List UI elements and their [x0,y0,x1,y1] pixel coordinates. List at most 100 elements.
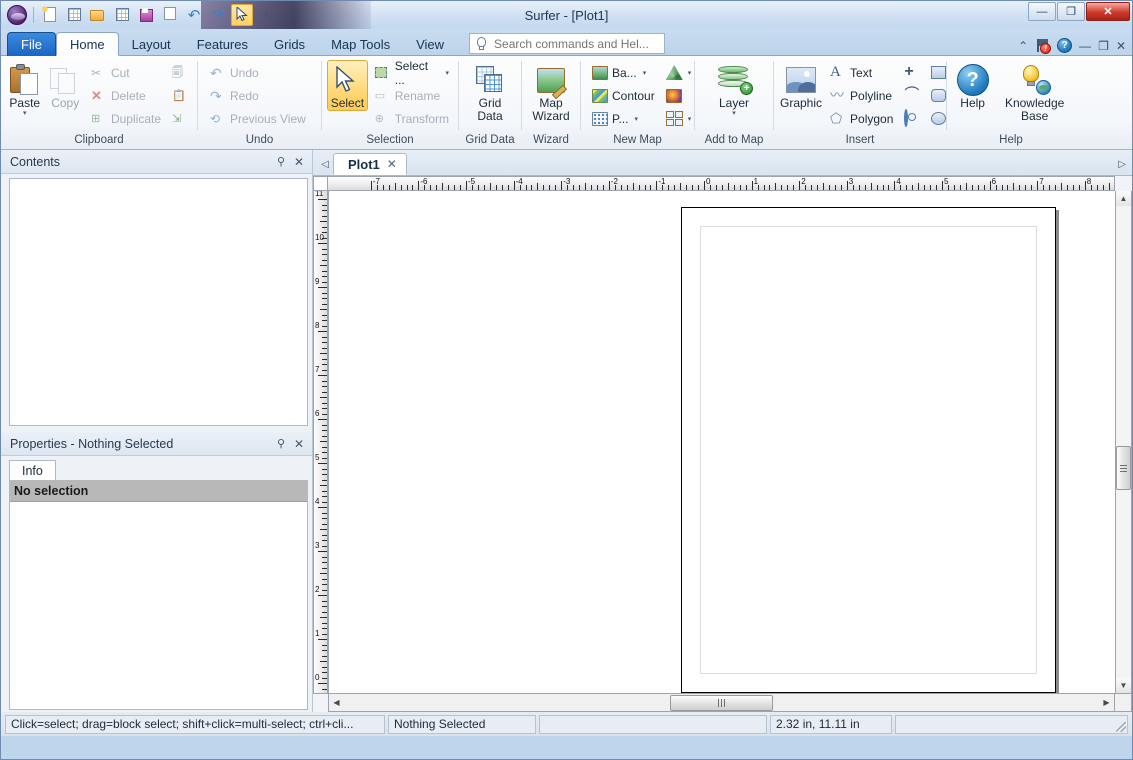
doc-tab-next-icon[interactable]: ▷ [1118,159,1126,170]
insert-polyline-button[interactable]: 〰 Polyline [826,85,897,107]
insert-text-button[interactable]: A Text [826,62,897,84]
post-map-button[interactable]: P... ▾ [588,108,659,130]
mdi-restore-icon[interactable]: ❐ [1098,40,1109,52]
knowledge-base-button[interactable]: Knowledge Base [999,60,1070,124]
insert-concentric-button[interactable] [900,108,924,130]
3d-surface-icon [665,65,683,81]
surface-map-caret[interactable]: ▾ [686,69,692,77]
insert-graphic-button[interactable]: Graphic [779,60,823,111]
ribbon-tab-file[interactable]: File [7,32,56,56]
window-close-button[interactable]: ✕ [1086,2,1130,21]
vertical-scrollbar[interactable]: ▲ ▼ [1115,191,1132,694]
vertical-scroll-thumb[interactable] [1116,446,1131,490]
select-dropdown-caret[interactable]: ▾ [443,69,449,77]
document-tab-close-icon[interactable]: ✕ [387,157,397,171]
undo-command-button[interactable]: ↶ Undo [206,62,310,84]
export-button[interactable] [159,4,181,26]
post-map-caret[interactable]: ▾ [632,115,638,123]
horizontal-scroll-track[interactable] [344,694,1099,711]
horizontal-scrollbar[interactable]: ◀ ▶ [328,694,1115,712]
delete-button[interactable]: ✕ Delete [87,85,165,107]
mdi-close-icon[interactable]: ✕ [1116,40,1126,52]
ribbon-tab-home[interactable]: Home [55,32,119,56]
select-tool-button[interactable] [231,4,253,26]
search-box[interactable] [469,33,666,54]
scroll-left-button[interactable]: ◀ [329,695,344,710]
search-input[interactable] [492,35,658,52]
rename-button[interactable]: ▭ Rename [371,85,453,107]
paste-special-button[interactable]: 📋 [168,85,192,107]
redo-command-button[interactable]: ↷ Redo [206,85,310,107]
properties-close-icon[interactable]: ✕ [290,437,308,451]
horizontal-scroll-thumb[interactable] [670,694,773,711]
scroll-up-button[interactable]: ▲ [1116,191,1131,206]
window-resize-grip[interactable] [1116,721,1126,732]
grid-values-caret[interactable]: ▾ [686,115,692,123]
save-button[interactable] [135,4,157,26]
tab-info[interactable]: Info [9,460,56,480]
undo-button[interactable]: ↶ [183,4,205,26]
contour-map-button[interactable]: Contour [588,85,659,107]
previous-view-button[interactable]: ⟲ Previous View [206,108,310,130]
notification-flag-icon[interactable]: ! [1035,38,1052,54]
scroll-down-button[interactable]: ▼ [1116,678,1131,693]
contents-close-icon[interactable]: ✕ [290,155,308,169]
add-layer-button[interactable]: + Layer ▾ [704,60,764,119]
redo-button[interactable]: ↷ [207,4,229,26]
ribbon-tab-features[interactable]: Features [184,33,261,56]
vertical-scroll-track[interactable] [1116,206,1131,678]
app-orb-button[interactable] [6,4,28,26]
help-button[interactable]: ? Help [952,60,993,111]
delete-label: Delete [110,89,146,103]
previous-view-icon: ⟲ [210,112,221,126]
window-maximize-button[interactable]: ❐ [1057,2,1085,21]
ribbon-tab-layout[interactable]: Layout [119,33,184,56]
window-minimize-button[interactable]: — [1028,2,1056,21]
ribbon-tab-map-tools[interactable]: Map Tools [318,33,403,56]
new-plot-button[interactable] [39,4,61,26]
paste-button[interactable]: Paste ▾ [6,60,43,119]
paste-format-button[interactable]: ⇲ [168,108,192,130]
contents-tree[interactable] [9,178,308,426]
insert-polygon-button[interactable]: ⬠ Polygon [826,108,897,130]
transform-button[interactable]: ⊕ Transform [371,108,453,130]
collapse-ribbon-icon[interactable]: ⌃ [1018,40,1028,52]
help-icon[interactable]: ? [1057,38,1073,53]
ribbon-tab-view[interactable]: View [403,33,457,56]
mdi-minimize-icon[interactable]: — [1079,40,1091,52]
plot-page[interactable] [681,207,1056,693]
surface-map-button[interactable]: ▾ [662,62,696,84]
qat-separator [33,7,34,23]
grid-data-button[interactable]: Grid Data [464,60,516,124]
grid-values-button[interactable]: ▾ [662,108,696,130]
open-worksheet-button[interactable] [111,4,133,26]
cut-button[interactable]: ✂ Cut [87,62,165,84]
base-map-caret[interactable]: ▾ [641,69,647,77]
ruler-major-tick [318,331,327,332]
document-tab-plot1[interactable]: Plot1 ✕ [333,153,407,175]
vertical-ruler[interactable]: 11 10 9 8 7 6 5 4 3 2 1 0 [313,191,328,694]
qat-customize-button[interactable]: ▾ [255,4,277,26]
plot-canvas[interactable] [328,191,1115,694]
doc-tab-prev-icon[interactable]: ◁ [317,159,333,175]
ribbon-tab-grids[interactable]: Grids [261,33,318,56]
duplicate-button[interactable]: ⊞ Duplicate [87,108,165,130]
new-worksheet-button[interactable] [63,4,85,26]
color-relief-button[interactable] [662,85,696,107]
scroll-right-button[interactable]: ▶ [1099,695,1114,710]
paste-dropdown-caret[interactable]: ▾ [23,110,27,118]
select-mode-button[interactable]: Select [327,60,368,111]
insert-text-label: Text [850,66,873,80]
horizontal-ruler[interactable]: -7 -6 -5 -4 -3 -2 -1 0 1 2 3 4 5 6 7 8 [328,176,1115,191]
select-all-button[interactable]: Select ... ▾ [371,59,453,87]
add-layer-caret[interactable]: ▾ [732,110,736,118]
insert-curve-button[interactable]: ⌒ [900,85,924,107]
properties-pin-icon[interactable]: ⚲ [272,437,290,450]
base-map-button[interactable]: Ba... ▾ [588,62,659,84]
copy-special-button[interactable]: 🗐 [168,62,192,84]
insert-plus-shape-button[interactable]: + [900,62,924,84]
copy-button[interactable]: Copy [46,60,83,111]
contents-pin-icon[interactable]: ⚲ [272,155,290,168]
map-wizard-button[interactable]: Map Wizard [527,60,575,124]
open-button[interactable] [87,4,109,26]
